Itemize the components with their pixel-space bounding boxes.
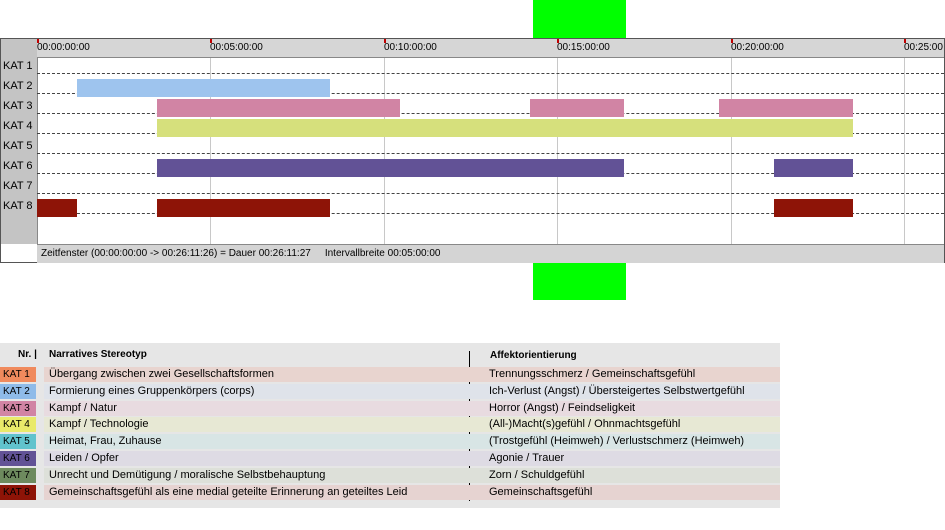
legend-row: KAT 4 Kampf / Technologie (All-)Macht(s)ge…	[0, 417, 780, 433]
category-swatch: KAT 5	[0, 434, 36, 450]
category-swatch: KAT 7	[0, 467, 36, 483]
segment-bar[interactable]	[774, 199, 853, 217]
tick-label: 00:05:00:00	[210, 42, 263, 53]
stereotype-text: Gemeinschaftsgefühl als eine medial gete…	[49, 485, 408, 498]
grid-line	[731, 58, 732, 244]
category-swatch: KAT 8	[0, 484, 36, 500]
grid-line	[384, 58, 385, 244]
grid-line	[557, 58, 558, 244]
tick-mark	[37, 39, 39, 43]
affect-text: Agonie / Trauer	[489, 452, 565, 464]
legend-row: KAT 5 Heimat, Frau, Zuhause (Trostgefühl (…	[0, 434, 780, 450]
affect-text: (Trostgefühl (Heimweh) / Verlustschmerz …	[489, 435, 745, 448]
category-swatch: KAT 2	[0, 383, 36, 399]
tick-label: 00:00:00:00	[37, 42, 90, 53]
row-track-line	[37, 153, 944, 154]
row-label: KAT 1	[3, 60, 33, 72]
row-track-line	[37, 73, 944, 74]
row-label: KAT 6	[3, 160, 33, 172]
legend-header-affect: Affektorientierung	[490, 350, 577, 361]
time-ruler[interactable]: 00:00:00:00 00:05:00:00 00:10:00:00 00:15:0…	[37, 39, 944, 58]
legend-row: KAT 7 Unrecht und Demütigung / moralische…	[0, 467, 780, 483]
tick-mark	[557, 39, 559, 43]
segment-bar[interactable]	[774, 159, 853, 177]
row-label: KAT 4	[3, 120, 33, 132]
row-label-column: KAT 1 KAT 2 KAT 3 KAT 4 KAT 5 KAT 6 KAT 7 KAT 8	[1, 39, 38, 244]
segment-bar[interactable]	[719, 99, 853, 117]
affect-text: Zorn / Schuldgefühl	[489, 468, 585, 481]
time-window-info: Zeitfenster (00:00:00:00 -> 00:26:11:26)…	[41, 248, 311, 259]
stereotype-text: Unrecht und Demütigung / moralische Selb…	[49, 468, 326, 481]
stereotype-text: Kampf / Technologie	[49, 418, 149, 431]
legend-row: KAT 2 Formierung eines Gruppenkörpers (co…	[0, 383, 780, 399]
legend-header-number: Nr. |	[18, 349, 37, 360]
segment-bar[interactable]	[157, 99, 400, 117]
tick-label: 00:20:00:00	[731, 42, 784, 53]
row-label: KAT 5	[3, 140, 33, 152]
interval-width-info: Intervallbreite 00:05:00:00	[324, 248, 441, 259]
legend-row: KAT 3 Kampf / Natur Horror (Angst) / Feind…	[0, 400, 780, 416]
affect-text: Horror (Angst) / Feindseligkeit	[489, 401, 636, 414]
legend-row: KAT 8 Gemeinschaftsgefühl als eine medial…	[0, 484, 780, 500]
row-track-line	[37, 193, 944, 194]
segment-bar[interactable]	[157, 199, 330, 217]
tick-label: 00:10:00:00	[384, 42, 437, 53]
green-playhead-marker-bottom[interactable]	[533, 263, 626, 300]
segment-bar[interactable]	[157, 159, 624, 177]
grid-line	[904, 58, 905, 244]
stereotype-text: Übergang zwischen zwei Gesellschaftsform…	[49, 368, 274, 380]
affect-text: (All-)Macht(s)gefühl / Ohnmachtsgefühl	[489, 418, 681, 431]
legend-row: KAT 6 Leiden / Opfer Agonie / Trauer	[0, 451, 780, 466]
green-playhead-marker-top[interactable]	[533, 0, 626, 38]
category-swatch: KAT 1	[0, 367, 36, 382]
affect-text: Gemeinschaftsgefühl	[489, 485, 593, 498]
tick-mark	[210, 39, 212, 43]
tick-label: 00:15:00:00	[557, 42, 610, 53]
tick-label: 00:25:00	[904, 42, 943, 53]
row-label: KAT 8	[3, 200, 33, 212]
affect-text: Trennungsschmerz / Gemeinschaftsgefühl	[489, 368, 696, 380]
category-swatch: KAT 6	[0, 451, 36, 466]
legend-header-stereotype: Narratives Stereotyp	[49, 349, 147, 360]
affect-text: Ich-Verlust (Angst) / Übersteigertes Sel…	[489, 384, 745, 397]
stereotype-text: Leiden / Opfer	[49, 452, 119, 464]
timeline-panel: KAT 1 KAT 2 KAT 3 KAT 4 KAT 5 KAT 6 KAT 7 KAT 8…	[0, 38, 945, 263]
legend-row-background	[44, 400, 780, 416]
row-label: KAT 3	[3, 100, 33, 112]
segment-bar[interactable]	[77, 79, 330, 97]
row-label: KAT 7	[3, 180, 33, 192]
tick-mark	[904, 39, 906, 43]
legend-row: KAT 1 Übergang zwischen zwei Gesellschaft…	[0, 367, 780, 382]
tick-mark	[384, 39, 386, 43]
segment-bar[interactable]	[37, 199, 77, 217]
tick-mark	[731, 39, 733, 43]
category-swatch: KAT 3	[0, 400, 36, 416]
stereotype-text: Heimat, Frau, Zuhause	[49, 435, 162, 448]
row-label: KAT 2	[3, 80, 33, 92]
legend-row-background	[44, 451, 780, 466]
category-swatch: KAT 4	[0, 417, 36, 433]
stereotype-text: Kampf / Natur	[49, 401, 117, 414]
category-legend-table: Nr. | Narratives Stereotyp Affektorienti…	[0, 343, 780, 508]
segment-bar[interactable]	[157, 119, 853, 137]
timeline-grid[interactable]	[37, 58, 944, 244]
timeline-status-bar: Zeitfenster (00:00:00:00 -> 00:26:11:26)…	[37, 244, 944, 263]
stereotype-text: Formierung eines Gruppenkörpers (corps)	[49, 384, 255, 397]
segment-bar[interactable]	[530, 99, 624, 117]
